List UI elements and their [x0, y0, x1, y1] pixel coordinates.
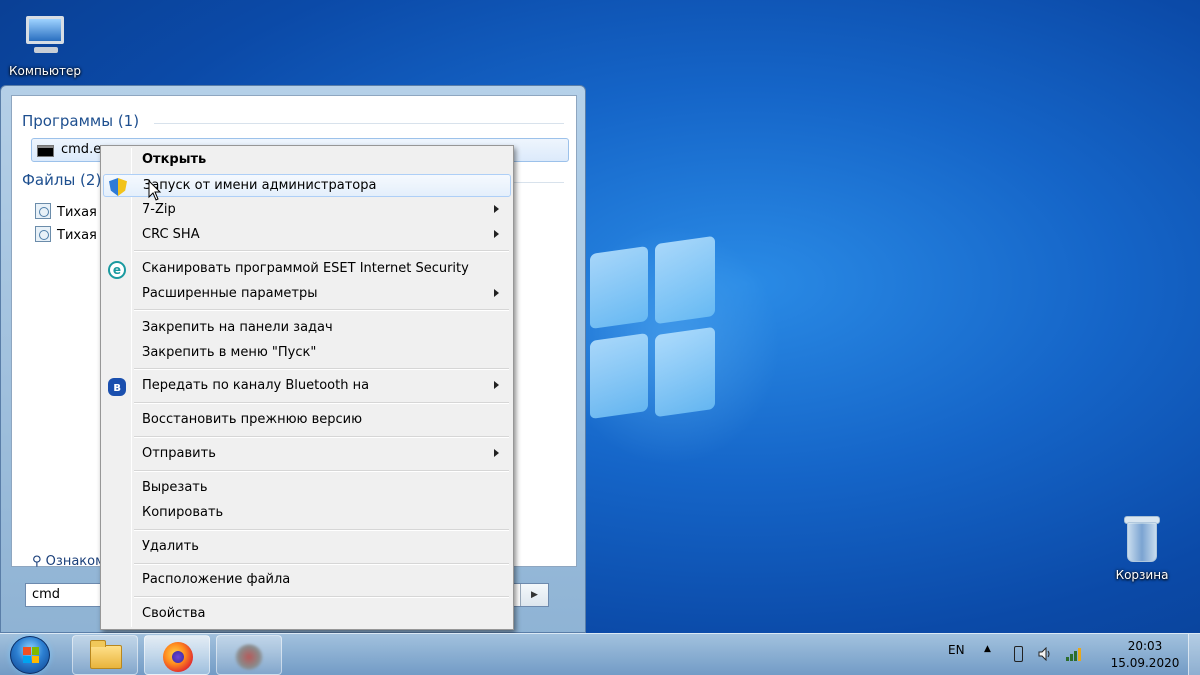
windows-logo-wallpaper — [590, 235, 720, 435]
recycle-bin-icon — [1121, 512, 1163, 564]
file-result-2[interactable]: Тихая у — [35, 226, 109, 243]
submenu-arrow-icon — [494, 205, 499, 213]
programs-section-title: Программы (1) — [22, 112, 140, 130]
taskbar-explorer[interactable] — [72, 635, 138, 675]
menu-item-copy[interactable]: Копировать — [103, 502, 511, 525]
menu-item-bluetooth-send[interactable]: ʙ Передать по каналу Bluetooth на — [103, 375, 511, 398]
shutdown-options-arrow-icon[interactable]: ▶ — [520, 584, 548, 606]
cmd-icon — [37, 145, 54, 157]
menu-item-pin-start[interactable]: Закрепить в меню "Пуск" — [103, 342, 511, 365]
mouse-cursor-icon — [148, 180, 162, 201]
menu-item-restore-previous[interactable]: Восстановить прежнюю версию — [103, 409, 511, 432]
menu-item-open[interactable]: Открыть — [103, 149, 511, 172]
menu-item-properties[interactable]: Свойства — [103, 603, 511, 626]
divider — [154, 123, 564, 124]
taskbar-firefox[interactable] — [144, 635, 210, 675]
see-more-results-link[interactable]: ⚲ Ознаком — [32, 554, 105, 569]
menu-separator — [134, 529, 509, 531]
clock-date: 15.09.2020 — [1110, 656, 1180, 670]
network-signal-icon[interactable] — [1066, 647, 1082, 661]
menu-item-cut[interactable]: Вырезать — [103, 477, 511, 500]
menu-separator — [134, 368, 509, 370]
menu-item-advanced-options[interactable]: Расширенные параметры — [103, 283, 511, 306]
menu-item-eset-scan[interactable]: e Сканировать программой ESET Internet S… — [103, 258, 511, 281]
taskbar-app[interactable] — [216, 635, 282, 675]
firefox-icon — [163, 642, 193, 672]
desktop-icon-label: Компьютер — [9, 64, 81, 78]
desktop-icon-computer[interactable]: Компьютер — [0, 10, 90, 78]
menu-separator — [134, 563, 509, 565]
menu-separator — [134, 250, 509, 252]
files-section-title: Файлы (2) — [22, 171, 102, 189]
uac-shield-icon — [109, 178, 127, 196]
menu-item-7zip[interactable]: 7-Zip — [103, 199, 511, 222]
windows-flag-icon — [23, 647, 39, 663]
menu-item-pin-taskbar[interactable]: Закрепить на панели задач — [103, 317, 511, 340]
menu-item-file-location[interactable]: Расположение файла — [103, 569, 511, 592]
file-result-1[interactable]: Тихая у — [35, 203, 109, 220]
bluetooth-icon: ʙ — [108, 378, 126, 396]
show-desktop-button[interactable] — [1188, 634, 1200, 675]
menu-item-delete[interactable]: Удалить — [103, 536, 511, 559]
language-indicator[interactable]: EN — [948, 643, 965, 657]
menu-item-crc-sha[interactable]: CRC SHA — [103, 224, 511, 247]
menu-separator — [134, 309, 509, 311]
taskbar-clock[interactable]: 20:03 15.09.2020 — [1100, 638, 1190, 672]
menu-item-send-to[interactable]: Отправить — [103, 443, 511, 466]
eset-icon: e — [108, 261, 126, 279]
menu-separator — [134, 596, 509, 598]
desktop-icon-recycle-bin[interactable]: Корзина — [1097, 512, 1187, 582]
context-menu: Открыть Запуск от имени администратора 7… — [100, 145, 514, 630]
submenu-arrow-icon — [494, 381, 499, 389]
start-button[interactable] — [10, 636, 50, 674]
menu-item-run-as-admin[interactable]: Запуск от имени администратора — [103, 174, 511, 197]
menu-separator — [134, 402, 509, 404]
desktop-icon-label: Корзина — [1115, 568, 1169, 582]
audio-file-icon — [35, 226, 51, 242]
explorer-icon — [90, 640, 122, 669]
search-icon: ⚲ — [32, 554, 42, 569]
submenu-arrow-icon — [494, 289, 499, 297]
submenu-arrow-icon — [494, 449, 499, 457]
speaker-icon[interactable] — [1038, 647, 1052, 661]
submenu-arrow-icon — [494, 230, 499, 238]
menu-separator — [134, 470, 509, 472]
battery-icon[interactable] — [1014, 646, 1023, 662]
clock-time: 20:03 — [1127, 639, 1163, 653]
taskbar: EN ▲ 20:03 15.09.2020 — [0, 633, 1200, 675]
computer-icon — [20, 10, 70, 60]
audio-file-icon — [35, 203, 51, 219]
menu-separator — [134, 436, 509, 438]
app-icon — [235, 644, 263, 670]
show-hidden-icons-arrow-icon[interactable]: ▲ — [984, 644, 991, 654]
